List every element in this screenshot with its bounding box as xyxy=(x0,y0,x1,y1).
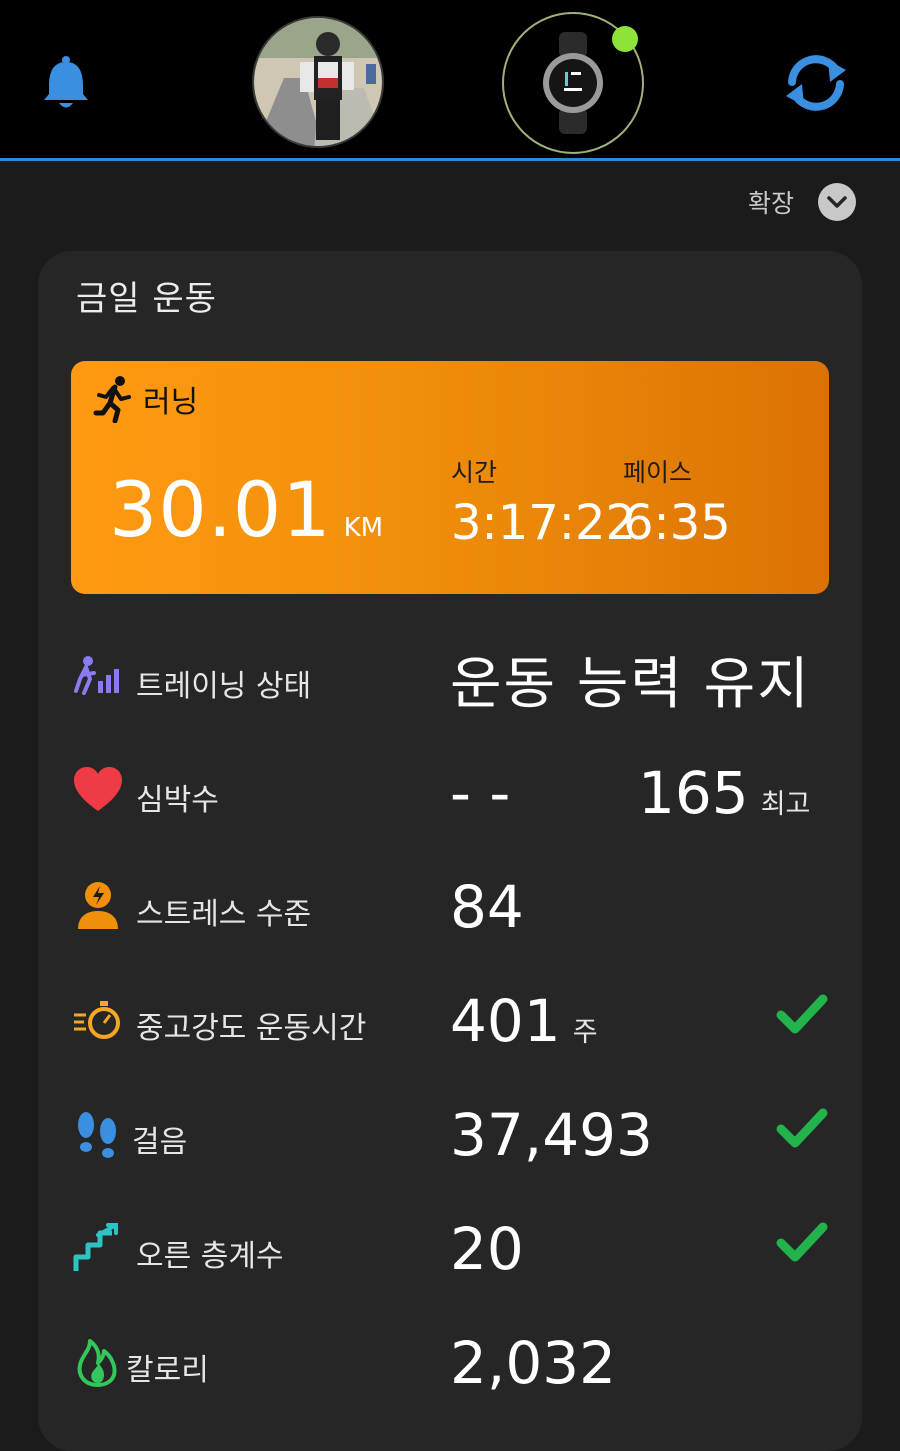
steps-label: 걸음 xyxy=(132,1125,188,1160)
intensity-minutes: 401 주 xyxy=(450,987,598,1055)
header-divider xyxy=(0,158,900,161)
distance-value: 30.01 xyxy=(109,465,332,554)
intensity-minutes-label: 중고강도 운동시간 xyxy=(136,1011,367,1046)
distance-unit: KM xyxy=(343,513,384,543)
flame-icon xyxy=(77,1339,117,1387)
sync-icon[interactable] xyxy=(780,52,852,114)
intensity-minutes-value: 401 xyxy=(450,987,561,1055)
intensity-minutes-unit: 주 xyxy=(572,1017,598,1048)
max-heart-rate-unit: 최고 xyxy=(760,789,811,820)
floors-climbed-label: 오른 층계수 xyxy=(136,1239,284,1274)
pace-value: 6:35 xyxy=(623,495,731,551)
card-title: 금일 운동 xyxy=(76,279,217,319)
bell-icon[interactable] xyxy=(40,52,92,112)
goal-check-icon xyxy=(776,1222,828,1262)
distance: 30.01 KM xyxy=(109,465,383,554)
resting-heart-rate-value: - - xyxy=(450,759,511,827)
training-status-icon xyxy=(74,656,119,695)
chevron-down-icon xyxy=(818,183,856,221)
stress-label: 스트레스 수준 xyxy=(136,897,312,932)
metric-row-steps[interactable]: 걸음 37,493 xyxy=(38,1093,862,1173)
time-label: 시간 xyxy=(451,458,498,487)
floors-climbed-value: 20 xyxy=(450,1215,524,1283)
metric-row-heart-rate[interactable]: 심박수 - - 165 최고 xyxy=(38,751,862,831)
metric-row-floors-climbed[interactable]: 오른 층계수 20 xyxy=(38,1207,862,1287)
metric-row-calories[interactable]: 칼로리 2,032 xyxy=(38,1321,862,1401)
activity-type: 러닝 xyxy=(93,375,198,423)
stress-value: 84 xyxy=(450,873,524,941)
top-bar xyxy=(0,0,900,160)
metric-row-training-status[interactable]: 트레이닝 상태 운동 능력 유지 xyxy=(38,637,862,717)
stairs-icon xyxy=(73,1223,118,1271)
max-heart-rate: 165 최고 xyxy=(638,759,810,827)
intensity-minutes-icon xyxy=(74,1001,120,1039)
activity-summary-tile[interactable]: 러닝 30.01 KM 시간 3:17:22 페이스 6:35 xyxy=(71,361,829,594)
today-activity-card: 금일 운동 러닝 30.01 KM 시간 3:17:22 페이스 6:35 트레… xyxy=(38,251,862,1451)
heart-icon xyxy=(74,767,122,811)
profile-photo[interactable] xyxy=(252,16,384,148)
heart-rate-label: 심박수 xyxy=(136,783,219,818)
time-value: 3:17:22 xyxy=(451,495,637,551)
steps-value: 37,493 xyxy=(450,1101,653,1169)
expand-toggle[interactable]: 확장 xyxy=(748,180,856,224)
expand-label: 확장 xyxy=(747,189,794,218)
training-status-value: 운동 능력 유지 xyxy=(450,652,811,717)
footsteps-icon xyxy=(78,1112,116,1158)
goal-check-icon xyxy=(776,994,828,1034)
training-status-label: 트레이닝 상태 xyxy=(136,669,312,704)
metric-row-intensity-minutes[interactable]: 중고강도 운동시간 401 주 xyxy=(38,979,862,1059)
metric-row-stress[interactable]: 스트레스 수준 84 xyxy=(38,865,862,945)
stress-icon xyxy=(78,882,118,929)
activity-type-label: 러닝 xyxy=(143,385,199,420)
calories-label: 칼로리 xyxy=(126,1353,209,1388)
goal-check-icon xyxy=(776,1108,828,1148)
device-connected-indicator xyxy=(612,26,638,52)
pace-label: 페이스 xyxy=(623,458,693,487)
running-icon xyxy=(93,376,131,423)
max-heart-rate-value: 165 xyxy=(638,759,749,827)
calories-value: 2,032 xyxy=(450,1329,617,1397)
